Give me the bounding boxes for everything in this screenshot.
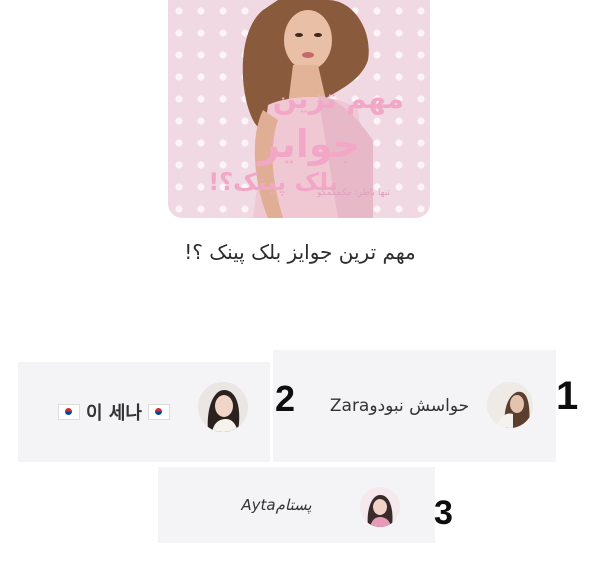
rank-number-3: 3 [434,494,453,532]
cover-text-line-1: مهم ترین [272,82,404,115]
avatar-image [360,487,400,527]
cover-text-credit: تنها ناظر: مکمکمکو [316,188,390,198]
member-name: Aytaپستام [241,496,312,514]
avatar[interactable] [487,382,533,428]
member-name-row: 이 세나 [58,399,170,425]
avatar-image [487,382,533,428]
post-cover-image[interactable]: مهم ترین جوایز بلک پینک؟! تنها ناظر: مکم… [168,0,430,218]
rank-number-2: 2 [275,378,296,419]
leaderboard-card-2[interactable]: 이 세나 [18,362,270,462]
korea-flag-icon [147,404,170,420]
korea-flag-icon [58,404,81,420]
avatar-image [198,382,248,432]
member-name: 이 세나 [86,403,142,424]
rank-number-1: 1 [556,374,579,418]
post-title[interactable]: مهم ترین جوایز بلک پینک ؟! [0,240,600,264]
cover-text-line-2: جوایز [257,122,360,166]
leaderboard-card-1[interactable]: Zaraحواسش نبودو [273,350,556,462]
avatar[interactable] [198,382,248,432]
leaderboard-card-3[interactable]: Aytaپستام [158,467,435,543]
member-name: Zaraحواسش نبودو [329,396,470,416]
avatar[interactable] [360,487,400,527]
